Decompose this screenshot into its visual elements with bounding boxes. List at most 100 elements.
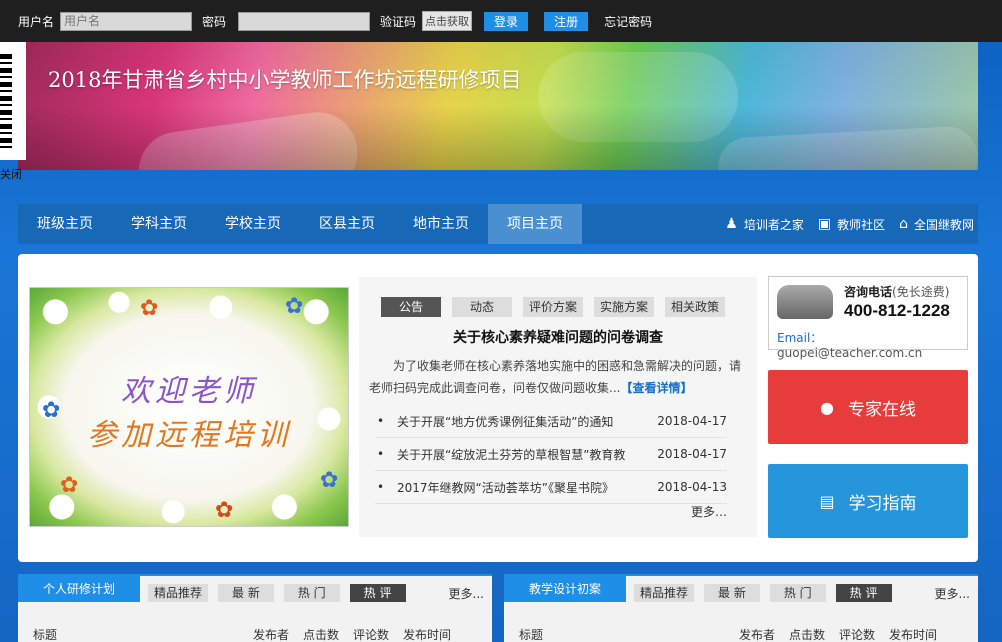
col-clicks: 点击数 [789,628,826,642]
news-more-link[interactable]: 更多… [691,503,727,520]
nav-item-project[interactable]: 项目主页 [488,204,582,244]
tab-evaluation[interactable]: 评价方案 [523,297,583,317]
contact-box: 咨询电话(免长途费) 400-812-1228 Email：guopei@tea… [768,276,968,360]
news-item[interactable]: • 关于开展“绽放泥土芬芳的草根智慧”教育教 2018-04-17 [375,438,727,471]
qr-close-button[interactable]: 关闭 [0,166,22,182]
contact-label: 咨询电话(免长途费) [844,283,949,300]
main-nav: 班级主页 学科主页 学校主页 区县主页 地市主页 项目主页 ♟ 培训者之家 ▣ … [18,204,978,244]
col-date: 发布时间 [889,628,938,642]
notice-tabs: 公告 动态 评价方案 实施方案 相关政策 [381,297,736,317]
section-title[interactable]: 教学设计初案 [504,576,626,602]
col-comments: 评论数 [839,628,876,642]
banner-title: 2018年甘肃省乡村中小学教师工作坊远程研修项目 [48,68,522,92]
person-icon: ♟ [725,216,738,232]
notice-headline[interactable]: 关于核心素养疑难问题的问卷调查 [359,327,757,347]
section-more-link[interactable]: 更多... [935,585,970,602]
butterfly-icon: ✿ [215,498,234,523]
nav-item-subject[interactable]: 学科主页 [112,204,206,244]
col-title: 标题 [519,628,544,642]
username-input[interactable] [60,11,193,31]
section-title[interactable]: 个人研修计划 [18,576,140,602]
tab-news[interactable]: 动态 [452,297,512,317]
nav-item-school[interactable]: 学校主页 [206,204,300,244]
qr-code-panel [0,42,26,160]
welcome-line1: 欢迎老师 [121,374,257,409]
email-label: Email： [777,331,823,345]
section-personal-plan: 个人研修计划 精品推荐 最 新 热 门 热 评 更多... 标题 发布者 点击数… [18,574,492,642]
study-guide-label: 学习指南 [848,493,917,514]
col-comments: 评论数 [353,628,390,642]
email-value[interactable]: guopei@teacher.com.cn [777,346,922,360]
news-date: 2018-04-17 [657,447,727,461]
password-input[interactable] [238,11,371,31]
news-list: • 关于开展“地方优秀课例征集活动”的通知 2018-04-17 • 关于开展“… [375,405,727,504]
welcome-line2: 参加远程培训 [87,418,291,453]
notice-summary: 为了收集老师在核心素养落地实施中的困惑和急需解决的问题，请老师扫码完成此调查问卷… [369,355,749,399]
trainer-home-label: 培训者之家 [743,217,804,232]
login-button[interactable]: 登录 [484,11,529,31]
contact-email: Email：guopei@teacher.com.cn [777,329,967,360]
captcha-button[interactable]: 点击获取 [422,11,473,31]
house-icon: ⌂ [899,216,908,232]
expert-online-label: 专家在线 [847,399,916,420]
username-label: 用户名 [18,14,55,29]
col-title: 标题 [33,628,58,642]
document-icon: ▤ [819,491,835,511]
password-label: 密码 [202,14,227,29]
register-button[interactable]: 注册 [544,11,589,31]
tab-hot-comments[interactable]: 热 评 [835,584,892,602]
col-author: 发布者 [739,628,776,642]
forgot-password-link[interactable]: 忘记密码 [604,13,652,30]
welcome-image: ✿ ✿ ✿ ✿ ✿ ✿ 欢迎老师 参加远程培训 [29,287,349,527]
tab-popular[interactable]: 热 门 [283,584,340,602]
teacher-community-link[interactable]: ▣ 教师社区 [818,216,885,233]
nav-item-city[interactable]: 地市主页 [394,204,488,244]
notice-box: 公告 动态 评价方案 实施方案 相关政策 关于核心素养疑难问题的问卷调查 为了收… [359,277,757,537]
tab-implementation[interactable]: 实施方案 [594,297,654,317]
tab-newest[interactable]: 最 新 [218,584,274,602]
table-header: 标题 发布者 点击数 评论数 发布时间 [33,626,473,642]
news-title: 关于开展“地方优秀课例征集活动”的通知 [397,414,614,429]
teacher-community-label: 教师社区 [837,217,886,232]
telephone-icon [777,285,833,319]
qr-code-icon [0,54,12,150]
butterfly-icon: ✿ [285,294,304,319]
col-date: 发布时间 [403,628,452,642]
national-site-label: 全国继教网 [913,217,974,232]
news-item[interactable]: • 2017年继教网“活动荟萃坊”《聚星书院》 2018-04-13 [375,471,727,504]
butterfly-icon: ✿ [320,468,339,493]
col-clicks: 点击数 [303,628,340,642]
login-bar: 用户名 密码 验证码 点击获取 登录 注册 忘记密码 [0,0,1002,42]
nav-item-county[interactable]: 区县主页 [300,204,394,244]
contact-note: (免长途费) [892,285,950,299]
tab-hot-comments[interactable]: 热 评 [349,584,406,602]
news-date: 2018-04-13 [657,480,727,494]
col-author: 发布者 [253,628,290,642]
tab-newest[interactable]: 最 新 [704,584,760,602]
tab-popular[interactable]: 热 门 [769,584,826,602]
table-header: 标题 发布者 点击数 评论数 发布时间 [519,626,959,642]
butterfly-icon: ✿ [140,296,159,321]
study-guide-button[interactable]: ▤ 学习指南 [768,464,968,538]
national-site-link[interactable]: ⌂ 全国继教网 [899,216,974,233]
banner: 2018年甘肃省乡村中小学教师工作坊远程研修项目 [18,42,978,170]
tab-announcement[interactable]: 公告 [381,297,441,317]
monitor-icon: ▣ [817,216,832,232]
nav-item-class[interactable]: 班级主页 [18,204,112,244]
expert-online-button[interactable]: ● 专家在线 [768,370,968,444]
trainer-home-link[interactable]: ♟ 培训者之家 [725,216,804,233]
section-teaching-design: 教学设计初案 精品推荐 最 新 热 门 热 评 更多... 标题 发布者 点击数… [504,574,978,642]
captcha-label: 验证码 [380,14,417,29]
news-item[interactable]: • 关于开展“地方优秀课例征集活动”的通知 2018-04-17 [375,405,727,438]
user-icon: ● [820,397,834,417]
tab-featured[interactable]: 精品推荐 [634,584,695,602]
news-title: 关于开展“绽放泥土芬芳的草根智慧”教育教 [397,447,626,462]
contact-phone: 400-812-1228 [844,301,950,320]
section-more-link[interactable]: 更多... [449,585,484,602]
tab-featured[interactable]: 精品推荐 [148,584,209,602]
detail-link[interactable]: 【查看详情】 [620,381,692,395]
news-date: 2018-04-17 [657,414,727,428]
tab-policy[interactable]: 相关政策 [665,297,725,317]
news-title: 2017年继教网“活动荟萃坊”《聚星书院》 [397,480,614,495]
contact-label-text: 咨询电话 [844,285,893,299]
